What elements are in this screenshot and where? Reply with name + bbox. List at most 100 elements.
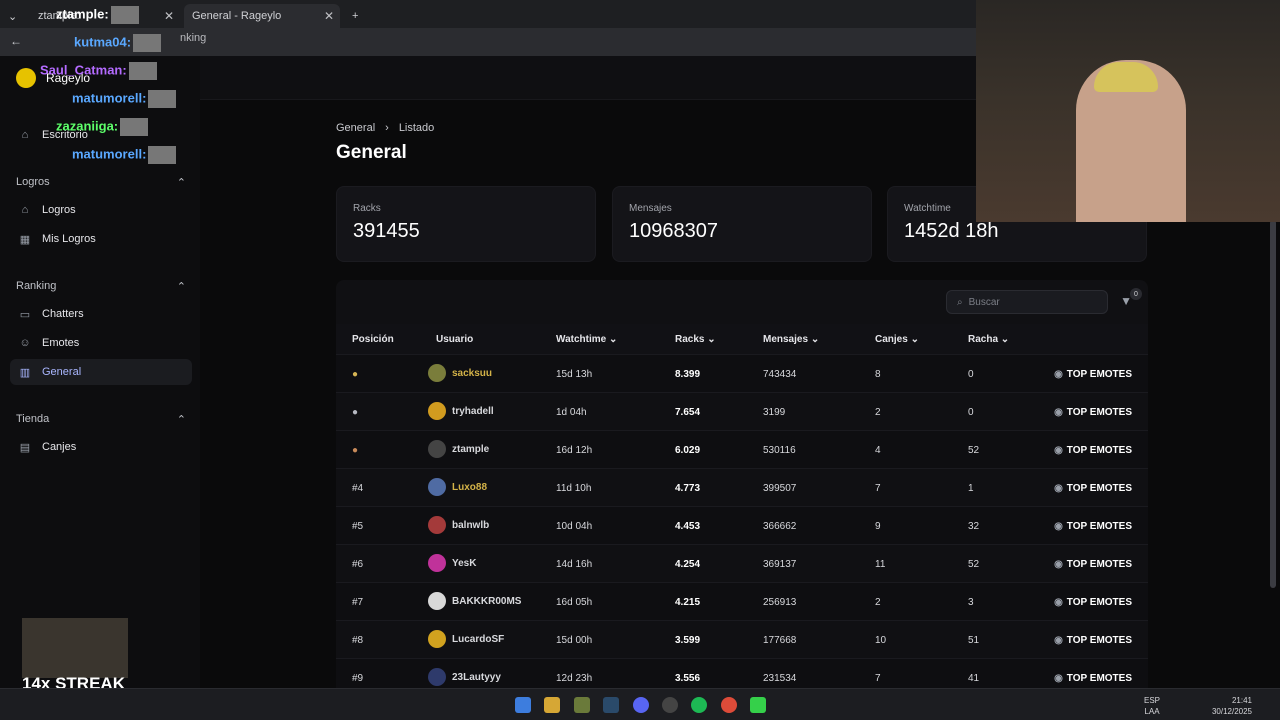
racha-cell: 0 — [968, 407, 974, 418]
username: tryhadell — [452, 405, 494, 417]
chrome-icon[interactable] — [721, 697, 737, 713]
user-cell[interactable]: balnwlb — [428, 516, 489, 534]
lang-code: ESP — [1144, 696, 1161, 705]
racha-cell: 52 — [968, 559, 980, 570]
back-icon[interactable]: ← — [10, 34, 22, 48]
top-emotes-button[interactable]: ◉ TOP EMOTES — [1054, 559, 1132, 570]
watch-cell: 15d 13h — [556, 369, 593, 380]
racha-cell: 32 — [968, 521, 980, 532]
table-row[interactable]: #8 LucardoSF 15d 00h 3.599 177668 10 51 ◉ TOP EM… — [336, 620, 1148, 658]
top-emotes-button[interactable]: ◉ TOP EMOTES — [1054, 673, 1132, 684]
table-row[interactable]: #6 YesK 14d 16h 4.254 369137 11 52 ◉ TOP EMOTES — [336, 544, 1148, 582]
user-cell[interactable]: YesK — [428, 554, 476, 572]
user-cell[interactable]: Luxo88 — [428, 478, 487, 496]
top-emotes-button[interactable]: ◉ TOP EMOTES — [1054, 369, 1132, 380]
position-cell: #5 — [352, 521, 364, 532]
scrollbar[interactable] — [1270, 220, 1276, 588]
section-logros[interactable]: Logros ⌃ — [16, 176, 186, 189]
col-watchtime[interactable]: Watchtime ⌄ — [556, 334, 617, 345]
top-emotes-label: TOP EMOTES — [1066, 521, 1132, 532]
watch-cell: 12d 23h — [556, 673, 593, 684]
top-emotes-label: TOP EMOTES — [1066, 483, 1132, 494]
chat-message: ztample: — [56, 6, 139, 24]
table-row[interactable]: ● ztample 16d 12h 6.029 530116 4 52 ◉ TOP EMOTES — [336, 430, 1148, 468]
position-cell: #6 — [352, 559, 364, 570]
language-indicator[interactable]: ESP LAA — [1144, 695, 1160, 717]
top-emotes-button[interactable]: ◉ TOP EMOTES — [1054, 635, 1132, 646]
avatar — [428, 364, 446, 382]
top-emotes-button[interactable]: ◉ TOP EMOTES — [1054, 597, 1132, 608]
close-icon[interactable]: ✕ — [324, 9, 334, 23]
emote-image — [148, 146, 177, 164]
sidebar-item-general[interactable]: ▥ General — [10, 359, 192, 385]
top-emotes-button[interactable]: ◉ TOP EMOTES — [1054, 445, 1132, 456]
sidebar-item-emotes[interactable]: ☺ Emotes — [10, 330, 192, 356]
windows-start-icon[interactable] — [515, 697, 531, 713]
chat-message: kutma04: — [74, 34, 162, 52]
col-racks[interactable]: Racks ⌄ — [675, 334, 716, 345]
user-cell[interactable]: tryhadell — [428, 402, 494, 420]
breadcrumb-item[interactable]: General — [336, 122, 375, 134]
table-row[interactable]: #4 Luxo88 11d 10h 4.773 399507 7 1 ◉ TOP EMOTES — [336, 468, 1148, 506]
file-explorer-icon[interactable] — [544, 697, 560, 713]
stat-label: Mensajes — [629, 203, 672, 214]
logo-icon — [16, 68, 36, 88]
col-racha[interactable]: Racha ⌄ — [968, 334, 1009, 345]
user-cell[interactable]: 23Lautyyy — [428, 668, 501, 686]
sidebar-item-logros[interactable]: ⌂ Logros — [10, 197, 192, 223]
discord-icon[interactable] — [633, 697, 649, 713]
ranking-table: ⌕ Buscar ▼ 0 Posición Usuario Watchtime … — [336, 280, 1148, 720]
top-emotes-button[interactable]: ◉ TOP EMOTES — [1054, 407, 1132, 418]
table-row[interactable]: #5 balnwlb 10d 04h 4.453 366662 9 32 ◉ TOP EMOTE… — [336, 506, 1148, 544]
close-icon[interactable]: ✕ — [164, 9, 174, 23]
msgs-cell: 399507 — [763, 483, 797, 494]
chat-message: zazaniiga: — [56, 118, 149, 136]
col-mensajes[interactable]: Mensajes ⌄ — [763, 334, 819, 345]
obs-icon[interactable] — [662, 697, 678, 713]
watch-cell: 14d 16h — [556, 559, 593, 570]
table-row[interactable]: #7 BAKKKR00MS 16d 05h 4.215 256913 2 3 ◉ TOP EMO… — [336, 582, 1148, 620]
watch-cell: 16d 12h — [556, 445, 593, 456]
racha-cell: 51 — [968, 635, 980, 646]
section-ranking[interactable]: Ranking ⌃ — [16, 280, 186, 293]
avatar — [428, 478, 446, 496]
sidebar-item-label: Mis Logros — [42, 233, 96, 245]
watch-cell: 10d 04h — [556, 521, 593, 532]
top-emotes-button[interactable]: ◉ TOP EMOTES — [1054, 521, 1132, 532]
col-usuario: Usuario — [436, 334, 474, 345]
table-row[interactable]: ● tryhadell 1d 04h 7.654 3199 2 0 ◉ TOP EMOTES — [336, 392, 1148, 430]
racks-cell: 4.215 — [675, 597, 701, 608]
username: BAKKKR00MS — [452, 595, 522, 607]
chat-message: matumorell: — [72, 90, 177, 108]
user-cell[interactable]: BAKKKR00MS — [428, 592, 521, 610]
user-cell[interactable]: LucardoSF — [428, 630, 504, 648]
search-input[interactable]: ⌕ Buscar — [946, 290, 1108, 314]
section-tienda[interactable]: Tienda ⌃ — [16, 413, 186, 426]
sidebar-item-chatters[interactable]: ▭ Chatters — [10, 301, 192, 327]
user-cell[interactable]: ztample — [428, 440, 489, 458]
sidebar-item-mis-logros[interactable]: ▦ Mis Logros — [10, 226, 192, 252]
username: LucardoSF — [452, 633, 505, 645]
chat-username: ztample: — [56, 6, 109, 22]
stat-value: 10968307 — [629, 220, 718, 242]
chevron-down-icon: ⌄ — [707, 334, 716, 345]
tab-menu-icon[interactable]: ⌄ — [0, 4, 24, 28]
clock-date: 30/12/2025 — [1211, 707, 1252, 716]
canjes-cell: 4 — [875, 445, 881, 456]
top-emotes-button[interactable]: ◉ TOP EMOTES — [1054, 483, 1132, 494]
sidebar-item-canjes[interactable]: ▤ Canjes — [10, 434, 192, 460]
table-row[interactable]: ● sacksuu 15d 13h 8.399 743434 8 0 ◉ TOP EMOTES — [336, 354, 1148, 392]
col-canjes[interactable]: Canjes ⌄ — [875, 334, 919, 345]
kick-icon[interactable] — [750, 697, 766, 713]
spotify-icon[interactable] — [691, 697, 707, 713]
app-icon[interactable] — [574, 697, 590, 713]
tab-general[interactable]: General - Rageylo ✕ — [184, 4, 340, 28]
url-text[interactable]: nking — [180, 32, 206, 44]
clock[interactable]: 21:41 30/12/2025 — [1212, 695, 1252, 717]
racks-cell: 3.599 — [675, 635, 701, 646]
new-tab-button[interactable]: + — [344, 4, 364, 28]
racks-cell: 8.399 — [675, 369, 701, 380]
avatar — [428, 440, 446, 458]
steam-icon[interactable] — [603, 697, 619, 713]
user-cell[interactable]: sacksuu — [428, 364, 492, 382]
